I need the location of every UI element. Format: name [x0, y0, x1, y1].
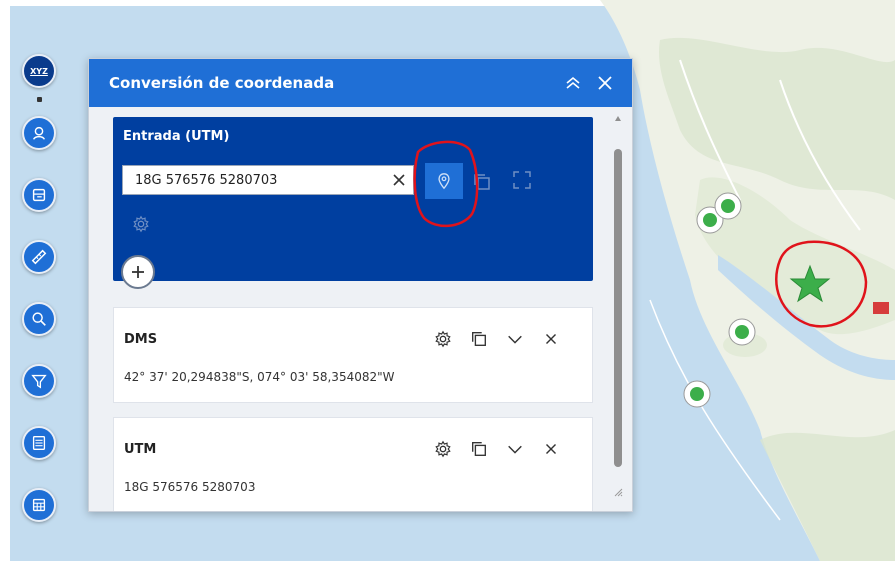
resize-grip-icon[interactable]: [613, 487, 623, 497]
settings-button[interactable]: [432, 328, 454, 350]
copy-icon: [472, 332, 486, 346]
coordinate-input-box: [122, 165, 414, 195]
layers-button[interactable]: [22, 178, 56, 212]
chevron-down-icon: [508, 335, 522, 344]
chevron-down-icon: [508, 445, 522, 454]
coordinate-conversion-icon: XYZ: [30, 66, 48, 76]
active-tool-indicator: [37, 97, 42, 102]
locate-icon: [32, 126, 46, 140]
panel-header: Conversión de coordenada: [89, 59, 632, 107]
remove-output-button[interactable]: [540, 438, 562, 460]
close-icon: [598, 76, 612, 90]
measure-icon: [31, 249, 47, 265]
input-section: Entrada (UTM): [113, 117, 593, 281]
locate-button[interactable]: [22, 116, 56, 150]
output-value: 42° 37' 20,294838"S, 074° 03' 58,354082"…: [124, 370, 395, 384]
output-actions: [432, 328, 562, 350]
plus-icon: [132, 266, 144, 278]
calculator-icon: [32, 498, 46, 512]
settings-button[interactable]: [432, 438, 454, 460]
panel-title: Conversión de coordenada: [109, 74, 335, 92]
close-icon: [393, 174, 405, 186]
settings-gear-icon: [435, 440, 451, 458]
double-chevron-up-icon: [566, 76, 580, 89]
output-card-dms: DMS 42° 37' 20,294838"S, 074° 03' 58,354…: [113, 307, 593, 403]
search-icon: [32, 312, 46, 326]
layers-icon: [32, 188, 46, 202]
expand-output-button[interactable]: [504, 438, 526, 460]
copy-icon[interactable]: [471, 171, 493, 193]
coordinate-input[interactable]: [123, 166, 385, 194]
copy-icon: [472, 442, 486, 456]
panel-scrollbar[interactable]: [611, 113, 625, 505]
add-conversion-button[interactable]: [121, 255, 155, 289]
settings-gear-icon[interactable]: [132, 215, 150, 233]
close-panel-button[interactable]: [592, 70, 618, 96]
input-title: Entrada (UTM): [123, 129, 230, 144]
remove-output-button[interactable]: [540, 328, 562, 350]
scrollbar-thumb[interactable]: [614, 149, 622, 467]
output-title: UTM: [124, 442, 157, 457]
copy-button[interactable]: [468, 328, 490, 350]
copy-button[interactable]: [468, 438, 490, 460]
coordinate-conversion-button[interactable]: XYZ: [22, 54, 56, 88]
map-marker-3[interactable]: [728, 318, 756, 346]
collapse-button[interactable]: [560, 70, 586, 96]
search-button[interactable]: [22, 302, 56, 336]
filter-icon: [31, 374, 47, 389]
output-actions: [432, 438, 562, 460]
map-marker-4[interactable]: [683, 380, 711, 408]
expand-output-button[interactable]: [504, 328, 526, 350]
scroll-up-arrow-icon[interactable]: [614, 115, 622, 123]
pick-location-button[interactable]: [425, 163, 463, 199]
map-marker-2[interactable]: [714, 192, 742, 220]
settings-gear-icon: [435, 330, 451, 348]
close-icon: [545, 443, 557, 455]
panel-body: Entrada (UTM) 18G 576576 5280703 DMS 42°…: [89, 107, 632, 511]
map-pin-icon: [438, 173, 450, 190]
filter-button[interactable]: [22, 364, 56, 398]
coordinate-conversion-panel: Conversión de coordenada Entrada (UTM) 1…: [88, 58, 633, 512]
expand-icon[interactable]: [511, 169, 533, 191]
close-icon: [545, 333, 557, 345]
table-icon: [32, 436, 46, 450]
table-button[interactable]: [22, 426, 56, 460]
output-card-utm: UTM 18G 576576 5280703: [113, 417, 593, 511]
measure-button[interactable]: [22, 240, 56, 274]
clear-input-button[interactable]: [385, 166, 413, 194]
output-title: DMS: [124, 332, 158, 347]
map-feature-red[interactable]: [873, 302, 889, 314]
output-value: 18G 576576 5280703: [124, 480, 256, 494]
calculator-button[interactable]: [22, 488, 56, 522]
